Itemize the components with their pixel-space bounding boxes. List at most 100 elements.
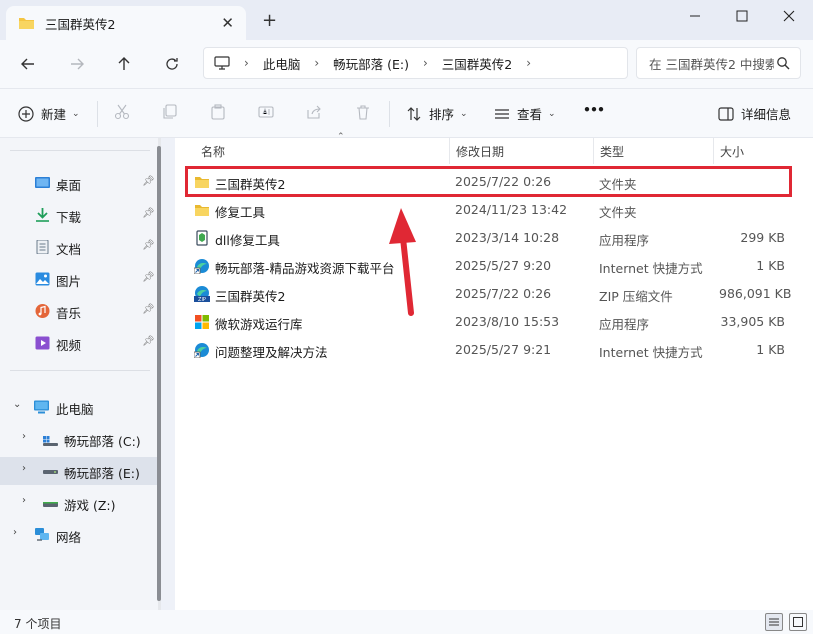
sidebar-item-label: 下载 bbox=[56, 210, 82, 225]
file-name: dll修复工具 bbox=[215, 233, 280, 248]
file-row-folder-repair[interactable]: 修复工具 2024/11/23 13:42 文件夹 bbox=[187, 196, 787, 224]
file-row-runtime[interactable]: 微软游戏运行库 2023/8/10 15:53 应用程序 33,905 KB bbox=[187, 308, 787, 336]
sidebar-item-label: 视频 bbox=[56, 338, 82, 353]
sidebar-item-downloads[interactable]: 下载 📌︎ bbox=[0, 201, 158, 229]
sidebar-item-videos[interactable]: 视频 📌︎ bbox=[0, 329, 158, 357]
sidebar-item-pictures[interactable]: 图片 📌︎ bbox=[0, 265, 158, 293]
sidebar-item-label: 畅玩部落 (C:) bbox=[64, 434, 141, 449]
rename-button[interactable] bbox=[258, 104, 274, 120]
back-button[interactable] bbox=[17, 54, 39, 74]
column-header-size[interactable]: 大小 bbox=[714, 138, 794, 164]
zip-icon: ZIP bbox=[194, 286, 210, 302]
share-button[interactable] bbox=[306, 104, 322, 120]
maximize-button[interactable] bbox=[727, 6, 757, 26]
app-icon bbox=[196, 230, 208, 246]
refresh-button[interactable] bbox=[161, 54, 183, 74]
close-window-button[interactable] bbox=[774, 6, 804, 26]
more-options-button[interactable]: ••• bbox=[583, 102, 605, 117]
annotation-arrow-icon bbox=[389, 208, 416, 316]
sidebar-item-this-pc[interactable]: ⌄ 此电脑 bbox=[0, 393, 158, 421]
windows-app-icon bbox=[195, 315, 209, 329]
pin-icon: 📌︎ bbox=[142, 272, 155, 283]
cut-button[interactable] bbox=[114, 104, 130, 120]
drive-icon bbox=[43, 470, 58, 474]
pin-icon: 📌︎ bbox=[142, 240, 155, 251]
sidebar-item-drive-z[interactable]: › 游戏 (Z:) bbox=[0, 489, 158, 517]
forward-button[interactable] bbox=[66, 54, 88, 74]
tab-current[interactable]: 三国群英传2 ✕ bbox=[6, 6, 246, 40]
maximize-icon bbox=[736, 10, 748, 22]
arrow-up-icon bbox=[118, 57, 130, 70]
video-icon bbox=[35, 336, 50, 350]
file-row-faq-shortcut[interactable]: 问题整理及解决方法 2025/5/27 9:21 Internet 快捷方式 1… bbox=[187, 336, 787, 364]
column-header-name[interactable]: ⌃ 名称 bbox=[195, 132, 450, 164]
command-bar: 新建 ⌄ 排序 ⌄ 查看 ⌄ ••• 详细信息 bbox=[0, 88, 813, 138]
sidebar-item-label: 此电脑 bbox=[56, 402, 94, 417]
sidebar-item-desktop[interactable]: 桌面 📌︎ bbox=[0, 169, 158, 197]
details-view-button[interactable] bbox=[765, 613, 783, 631]
file-row-zip[interactable]: ZIP 三国群英传2 2025/7/22 0:26 ZIP 压缩文件 986,0… bbox=[187, 280, 792, 308]
search-box[interactable]: 在 三国群英传2 中搜索 bbox=[636, 47, 801, 79]
folder-icon bbox=[19, 18, 34, 29]
column-header-date[interactable]: 修改日期 bbox=[450, 138, 594, 164]
minimize-icon bbox=[690, 15, 700, 17]
tab-title: 三国群英传2 bbox=[45, 16, 116, 32]
sidebar-item-drive-e[interactable]: › 畅玩部落 (E:) bbox=[0, 457, 158, 485]
breadcrumb-drive[interactable]: 畅玩部落 (E:) bbox=[333, 54, 409, 73]
copy-button[interactable] bbox=[162, 104, 178, 120]
file-row-dll-tool[interactable]: dll修复工具 2023/3/14 10:28 应用程序 299 KB bbox=[187, 224, 787, 252]
paste-button[interactable] bbox=[210, 104, 226, 120]
internet-shortcut-icon bbox=[194, 259, 209, 274]
file-date: 2024/11/23 13:42 bbox=[455, 202, 568, 217]
drive-icon bbox=[43, 502, 58, 507]
plus-circle-icon bbox=[18, 105, 34, 122]
arrow-left-icon bbox=[21, 58, 34, 70]
title-bar: 三国群英传2 ✕ + bbox=[0, 0, 813, 40]
sidebar-item-label: 游戏 (Z:) bbox=[64, 498, 116, 513]
sidebar-item-network[interactable]: › 网络 bbox=[0, 521, 158, 549]
sidebar-item-documents[interactable]: 文档 📌︎ bbox=[0, 233, 158, 261]
minimize-button[interactable] bbox=[680, 6, 710, 26]
breadcrumb-this-pc[interactable]: 此电脑 bbox=[263, 54, 301, 73]
chevron-right-icon: › bbox=[314, 56, 320, 70]
view-label: 查看 bbox=[517, 107, 543, 122]
new-tab-button[interactable]: + bbox=[262, 12, 277, 30]
file-date: 2023/3/14 10:28 bbox=[455, 230, 560, 245]
details-pane-icon bbox=[718, 106, 734, 121]
breadcrumb-folder[interactable]: 三国群英传2 bbox=[442, 54, 512, 73]
view-button[interactable]: 查看 ⌄ bbox=[494, 104, 556, 123]
file-date: 2023/8/10 15:53 bbox=[455, 314, 560, 329]
chevron-right-icon: › bbox=[22, 495, 26, 506]
column-header-type[interactable]: 类型 bbox=[594, 138, 714, 164]
up-button[interactable] bbox=[113, 54, 135, 74]
pin-icon: 📌︎ bbox=[142, 176, 155, 187]
tiles-view-button[interactable] bbox=[789, 613, 807, 631]
address-bar[interactable]: › 此电脑 › 畅玩部落 (E:) › 三国群英传2 › bbox=[203, 47, 628, 79]
sidebar-scrollbar-thumb[interactable] bbox=[157, 146, 161, 601]
file-date: 2025/7/22 0:26 bbox=[455, 286, 552, 301]
delete-button[interactable] bbox=[355, 104, 371, 120]
download-icon bbox=[36, 208, 49, 222]
sidebar-item-drive-c[interactable]: › 畅玩部落 (C:) bbox=[0, 425, 158, 453]
new-button[interactable]: 新建 ⌄ bbox=[18, 104, 80, 123]
sidebar-item-label: 图片 bbox=[56, 274, 82, 289]
document-icon bbox=[36, 240, 49, 254]
file-size: 986,091 KB bbox=[719, 286, 792, 301]
sort-button[interactable]: 排序 ⌄ bbox=[406, 104, 468, 123]
sidebar-item-music[interactable]: 音乐 📌︎ bbox=[0, 297, 158, 325]
file-row-website-shortcut[interactable]: 畅玩部落-精品游戏资源下载平台 2025/5/27 9:20 Internet … bbox=[187, 252, 787, 280]
svg-text:ZIP: ZIP bbox=[198, 297, 206, 302]
details-pane-button[interactable]: 详细信息 bbox=[718, 104, 791, 123]
close-tab-icon[interactable]: ✕ bbox=[221, 14, 234, 32]
file-size: 33,905 KB bbox=[720, 314, 785, 329]
folder-icon bbox=[195, 205, 209, 216]
file-size: 1 KB bbox=[756, 342, 785, 357]
file-name: 微软游戏运行库 bbox=[215, 317, 303, 332]
file-type: 应用程序 bbox=[599, 317, 650, 332]
chevron-down-icon: ⌄ bbox=[13, 399, 22, 410]
sort-icon bbox=[407, 106, 421, 121]
file-type: 应用程序 bbox=[599, 233, 650, 248]
trash-icon bbox=[357, 105, 369, 120]
chevron-right-icon: › bbox=[422, 56, 428, 70]
sidebar-item-label: 桌面 bbox=[56, 178, 82, 193]
